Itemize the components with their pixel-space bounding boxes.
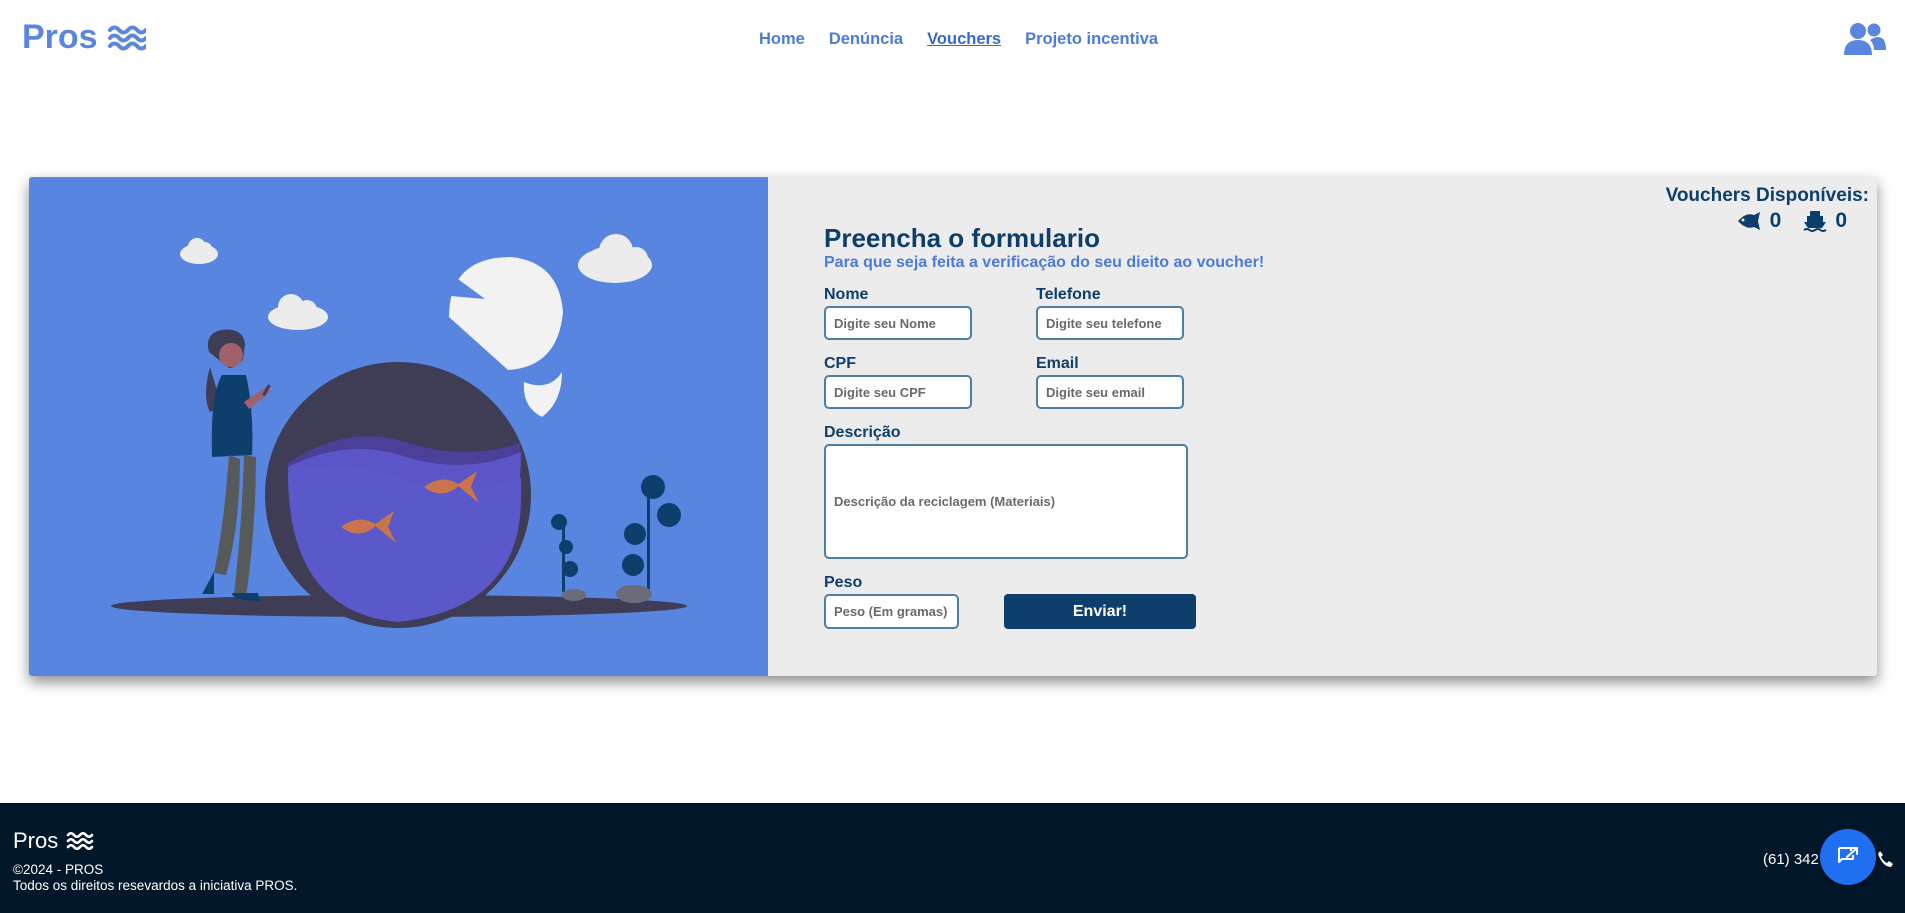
waves-icon	[66, 831, 94, 851]
site-footer: Pros ©2024 - PROS Todos os direitos rese…	[0, 803, 1905, 913]
site-header: Pros Home Denúncia Vouchers Projeto ince…	[0, 0, 1905, 80]
ship-icon	[1803, 211, 1827, 232]
email-input[interactable]	[1036, 375, 1184, 409]
waves-icon	[107, 25, 146, 50]
fish-voucher-count: 0	[1769, 209, 1782, 232]
voucher-card: Vouchers Disponíveis: 0 0 Preencha o for…	[29, 177, 1877, 676]
footer-copyright: ©2024 - PROS Todos os direitos resevardo…	[13, 862, 297, 894]
telefone-label: Telefone	[1036, 286, 1101, 303]
cpf-label: CPF	[824, 355, 856, 372]
nav-denuncia[interactable]: Denúncia	[829, 30, 903, 49]
fish-icon	[1737, 212, 1760, 230]
brand-logo[interactable]: Pros	[22, 18, 146, 57]
footer-brand: Pros	[13, 828, 94, 854]
descricao-label: Descrição	[824, 424, 901, 441]
nav-vouchers[interactable]: Vouchers	[927, 30, 1001, 49]
form-title: Preencha o formulario	[824, 223, 1100, 253]
brand-name: Pros	[22, 18, 98, 56]
chat-button[interactable]	[1820, 829, 1876, 885]
footer-brand-name: Pros	[13, 828, 59, 853]
email-label: Email	[1036, 355, 1079, 372]
nome-input[interactable]	[824, 306, 972, 340]
fishbowl-illustration	[29, 177, 768, 676]
voucher-form: Vouchers Disponíveis: 0 0 Preencha o for…	[768, 177, 1877, 676]
cpf-input[interactable]	[824, 375, 972, 409]
submit-button[interactable]: Enviar!	[1004, 594, 1196, 629]
nav-projeto-incentiva[interactable]: Projeto incentiva	[1025, 30, 1158, 49]
peso-label: Peso	[824, 574, 863, 591]
footer-phone: (61) 342	[1763, 851, 1819, 868]
copyright-text: ©2024 - PROS	[13, 862, 104, 877]
peso-input[interactable]	[824, 594, 959, 629]
vouchers-title: Vouchers Disponíveis:	[1665, 185, 1869, 206]
main-nav: Home Denúncia Vouchers Projeto incentiva	[759, 30, 1158, 49]
descricao-textarea[interactable]	[824, 444, 1188, 559]
phone-icon	[1878, 851, 1893, 867]
rights-text: Todos os direitos resevardos a iniciativ…	[13, 878, 298, 893]
nome-label: Nome	[824, 286, 869, 303]
chat-icon	[1838, 847, 1858, 863]
users-icon[interactable]	[1844, 22, 1886, 58]
nav-home[interactable]: Home	[759, 30, 805, 49]
telefone-input[interactable]	[1036, 306, 1184, 340]
vouchers-available: Vouchers Disponíveis: 0 0	[1666, 185, 1869, 233]
ship-voucher-count: 0	[1835, 209, 1847, 232]
form-subtitle: Para que seja feita a verificação do seu…	[824, 254, 1265, 271]
